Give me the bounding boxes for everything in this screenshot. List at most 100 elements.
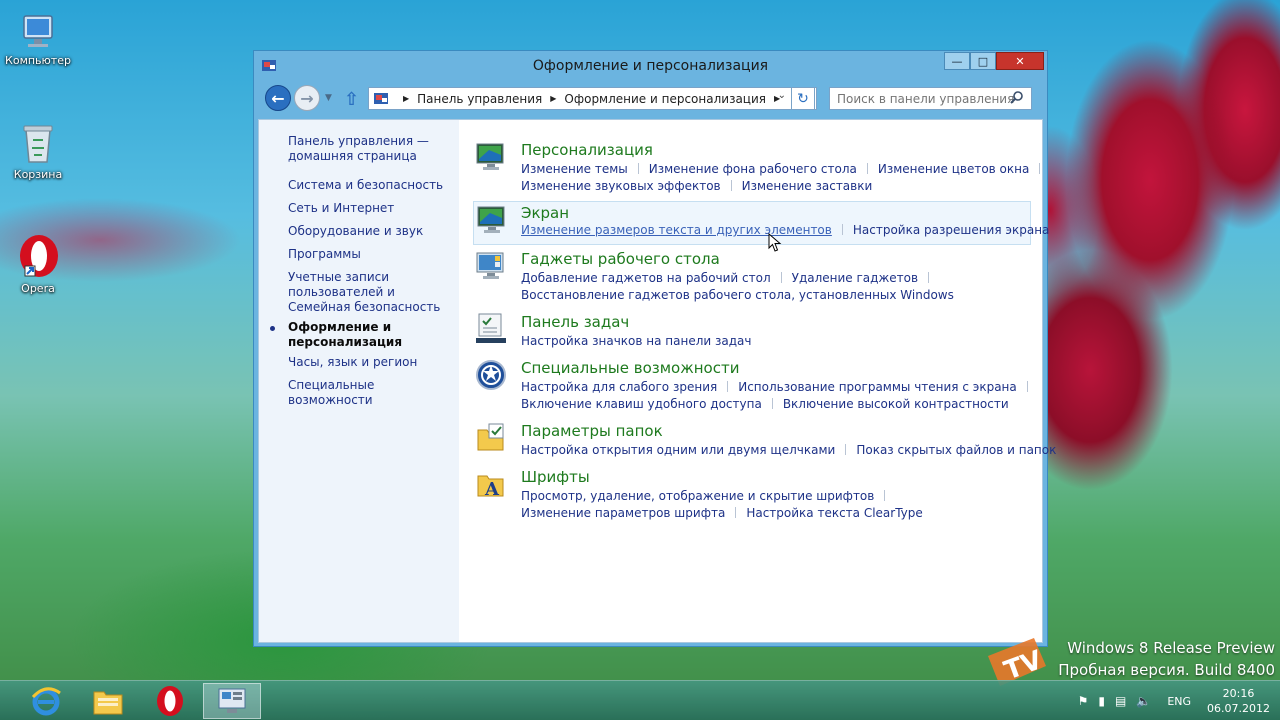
link-single-double-click[interactable]: Настройка открытия одним или двумя щелчк…: [521, 442, 835, 459]
category-title[interactable]: Шрифты: [521, 468, 590, 486]
link-low-vision[interactable]: Настройка для слабого зрения: [521, 379, 717, 396]
link-restore-gadgets[interactable]: Восстановление гаджетов рабочего стола, …: [521, 287, 954, 304]
forward-button[interactable]: →: [294, 85, 320, 111]
address-bar[interactable]: ▶ Панель управления ▶ Оформление и персо…: [368, 87, 817, 110]
link-taskbar-icons[interactable]: Настройка значков на панели задач: [521, 333, 751, 350]
category-ease-of-access: Специальные возможности Настройка для сл…: [475, 359, 1035, 411]
internet-explorer-icon: [31, 687, 61, 716]
active-bullet-icon: [270, 326, 275, 331]
category-links: Настройка значков на панели задач: [521, 333, 1031, 350]
accessibility-icon: [476, 360, 506, 390]
category-folder-options: Параметры папок Настройка открытия одним…: [475, 422, 1056, 459]
volume-icon[interactable]: 🔈: [1136, 694, 1151, 708]
link-change-sounds[interactable]: Изменение звуковых эффектов: [521, 178, 721, 195]
sidebar-item-ease-of-access[interactable]: Специальные возможности: [288, 378, 453, 408]
watermark-line-2: Пробная версия. Build 8400: [1058, 661, 1275, 679]
sidebar-item-network[interactable]: Сеть и Интернет: [288, 201, 453, 216]
refresh-button[interactable]: ↻: [791, 87, 815, 110]
power-icon[interactable]: ▮: [1098, 694, 1105, 708]
taskbar-control-panel-button[interactable]: [203, 683, 261, 719]
category-links: Настройка открытия одним или двумя щелчк…: [521, 442, 1056, 459]
category-title[interactable]: Экран: [521, 204, 569, 222]
sidebar-item-home[interactable]: Панель управления — домашняя страница: [288, 134, 453, 164]
taskbar-ie-button[interactable]: [17, 683, 75, 719]
desktop-icon-recycle-bin[interactable]: Корзина: [0, 122, 76, 181]
back-button[interactable]: ←: [265, 85, 291, 111]
category-title[interactable]: Персонализация: [521, 141, 653, 159]
desktop-icon-label: Компьютер: [5, 54, 71, 67]
clock-time: 20:16: [1222, 687, 1255, 700]
link-change-window-colors[interactable]: Изменение цветов окна: [878, 161, 1030, 178]
recent-pages-chevron-down-icon[interactable]: ▼: [325, 93, 332, 103]
navigation-bar: ← → ▼ ⇧ ▶ Панель управления ▶ Оформление…: [258, 83, 1043, 117]
desktop-icon-computer[interactable]: Компьютер: [0, 12, 76, 67]
sidebar-item-appearance[interactable]: Оформление и персонализация: [288, 320, 453, 350]
breadcrumb-item-appearance[interactable]: Оформление и персонализация: [564, 92, 766, 106]
sidebar-item-clock-language[interactable]: Часы, язык и регион: [288, 355, 453, 370]
link-screen-reader[interactable]: Использование программы чтения с экрана: [738, 379, 1017, 396]
minimize-button[interactable]: —: [944, 52, 970, 70]
category-title[interactable]: Панель задач: [521, 313, 629, 331]
link-screen-resolution[interactable]: Настройка разрешения экрана: [853, 222, 1050, 239]
sidebar-item-user-accounts[interactable]: Учетные записи пользователей и Семейная …: [288, 270, 453, 315]
windows-build-watermark: Windows 8 Release Preview Пробная версия…: [1058, 637, 1275, 681]
desktop-icon-label: Корзина: [13, 168, 63, 181]
close-icon: ✕: [1015, 54, 1025, 68]
link-high-contrast[interactable]: Включение высокой контрастности: [783, 396, 1009, 413]
system-tray: ⚑ ▮ ▤ 🔈 ENG 20:16 06.07.2012: [1078, 681, 1270, 720]
link-change-text-size[interactable]: Изменение размеров текста и других элеме…: [521, 222, 832, 239]
link-add-gadgets[interactable]: Добавление гаджетов на рабочий стол: [521, 270, 771, 287]
category-title[interactable]: Параметры папок: [521, 422, 663, 440]
link-preview-fonts[interactable]: Просмотр, удаление, отображение и скрыти…: [521, 488, 874, 505]
watermark-line-1: Windows 8 Release Preview: [1067, 639, 1275, 657]
control-panel-icon: [218, 688, 246, 713]
maximize-button[interactable]: □: [970, 52, 996, 70]
desktop-icon-label: Opera: [21, 282, 55, 295]
desktop-icon-opera[interactable]: Opera: [0, 234, 76, 295]
link-change-screensaver[interactable]: Изменение заставки: [742, 178, 873, 195]
taskbar: ⚑ ▮ ▤ 🔈 ENG 20:16 06.07.2012: [0, 680, 1280, 720]
language-indicator[interactable]: ENG: [1167, 695, 1191, 708]
link-font-settings[interactable]: Изменение параметров шрифта: [521, 505, 725, 522]
clock[interactable]: 20:16 06.07.2012: [1207, 686, 1270, 716]
breadcrumb-separator-icon: ▶: [550, 94, 557, 103]
link-show-hidden-files[interactable]: Показ скрытых файлов и папок: [856, 442, 1056, 459]
control-panel-breadcrumb-icon: [374, 92, 388, 104]
up-arrow-icon[interactable]: ⇧: [344, 89, 359, 110]
category-title[interactable]: Гаджеты рабочего стола: [521, 250, 720, 268]
taskbar-icon: [476, 313, 506, 343]
maximize-icon: □: [977, 54, 989, 68]
content-area: Панель управления — домашняя страница Си…: [258, 119, 1056, 643]
link-sticky-keys[interactable]: Включение клавиш удобного доступа: [521, 396, 762, 413]
category-display: Экран Изменение размеров текста и других…: [473, 201, 1049, 245]
link-change-background[interactable]: Изменение фона рабочего стола: [649, 161, 857, 178]
search-input[interactable]: [829, 87, 1032, 110]
category-fonts: A Шрифты Просмотр, удаление, отображение…: [475, 468, 1035, 520]
refresh-icon: ↻: [797, 90, 809, 107]
taskbar-opera-button[interactable]: [141, 683, 199, 719]
network-icon[interactable]: ▤: [1115, 694, 1126, 708]
sidebar-item-system-security[interactable]: Система и безопасность: [288, 178, 453, 193]
category-links: Добавление гаджетов на рабочий стол Удале…: [521, 270, 1031, 304]
address-dropdown-chevron-down-icon[interactable]: ⌄: [778, 90, 786, 101]
search-icon[interactable]: [1010, 90, 1024, 104]
category-taskbar: Панель задач Настройка значков на панели…: [475, 313, 1035, 349]
computer-icon: [23, 15, 53, 47]
category-gadgets: Гаджеты рабочего стола Добавление гаджет…: [475, 250, 1035, 302]
clock-date: 06.07.2012: [1207, 702, 1270, 715]
main-panel: Персонализация Изменение темы Изменение ф…: [459, 120, 1056, 642]
action-center-flag-icon[interactable]: ⚑: [1078, 694, 1089, 708]
sidebar-item-hardware-sound[interactable]: Оборудование и звук: [288, 224, 453, 239]
link-change-theme[interactable]: Изменение темы: [521, 161, 628, 178]
taskbar-explorer-button[interactable]: [79, 683, 137, 719]
link-cleartype[interactable]: Настройка текста ClearType: [746, 505, 922, 522]
title-bar[interactable]: Оформление и персонализация — □ ✕: [254, 51, 1047, 81]
recycle-bin-icon: [23, 125, 53, 163]
sidebar-item-programs[interactable]: Программы: [288, 247, 453, 262]
category-title[interactable]: Специальные возможности: [521, 359, 739, 377]
link-remove-gadgets[interactable]: Удаление гаджетов: [792, 270, 918, 287]
gadgets-icon: [476, 252, 504, 279]
close-button[interactable]: ✕: [996, 52, 1044, 70]
arrow-left-icon: ←: [271, 88, 285, 108]
breadcrumb-item-control-panel[interactable]: Панель управления: [417, 92, 542, 106]
